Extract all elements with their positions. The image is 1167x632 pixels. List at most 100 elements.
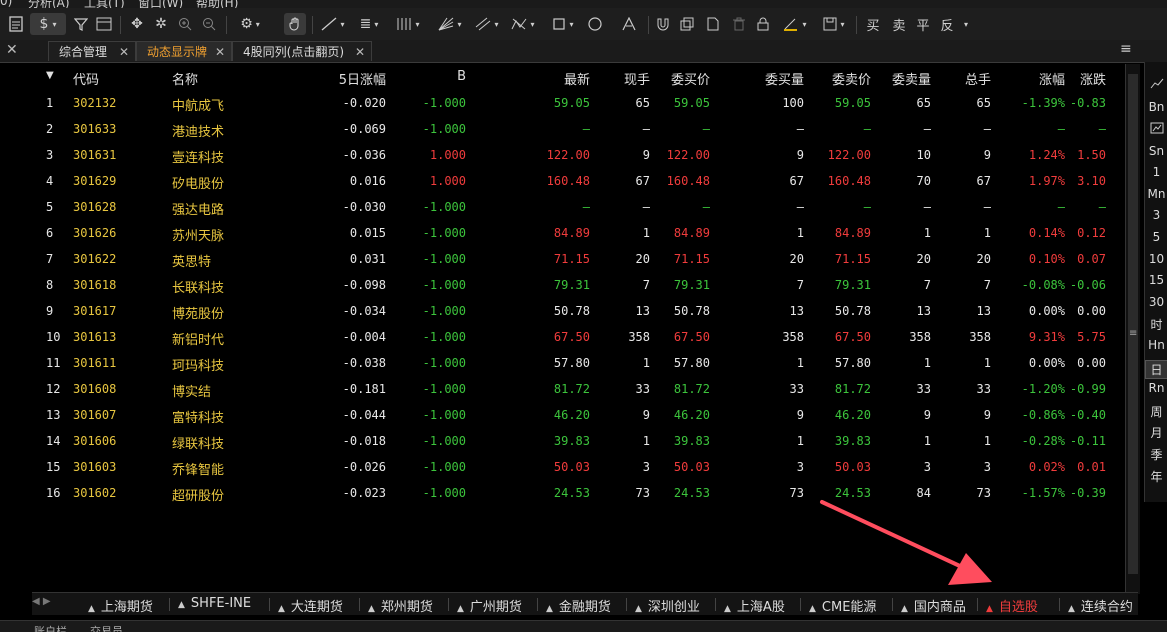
table-row[interactable]: 2 301633 港迪技术 -0.069 -1.000 — — — — — — — — — [36,116,1138,142]
table-row[interactable]: 13 301607 富特科技 -0.044 -1.000 46.20 9 46.20 9 46.2… [36,402,1138,428]
trash-icon[interactable] [730,13,748,35]
table-row[interactable]: 14 301606 绿联科技 -0.018 -1.000 39.83 1 39.83 1 39.8… [36,428,1138,454]
period-item[interactable]: Sn [1145,144,1167,158]
col-bid-volume[interactable]: 委买量 [765,69,804,88]
copy-icon[interactable] [678,13,696,35]
market-tab[interactable]: ▲ 广州期货 [457,596,522,615]
zoom-out-icon[interactable] [200,13,218,35]
period-item[interactable]: 年 [1145,468,1167,485]
table-row[interactable]: 1 302132 中航成飞 -0.020 -1.000 59.05 65 59.05 100 59… [36,90,1138,116]
table-row[interactable]: 15 301603 乔锋智能 -0.026 -1.000 50.03 3 50.03 3 50.0… [36,454,1138,480]
table-row[interactable]: 6 301626 苏州天脉 0.015 -1.000 84.89 1 84.89 1 84.89 1… [36,220,1138,246]
period-item[interactable]: Mn [1145,187,1167,201]
menu-tools[interactable]: 工具(T) [84,0,125,8]
period-item[interactable]: 月 [1145,424,1167,441]
fan-tool-icon[interactable]: ▾ [434,13,466,35]
rectangle-tool-icon[interactable]: ▾ [548,13,578,35]
table-row[interactable]: 4 301629 矽电股份 0.016 1.000 160.48 67 160.48 67 160… [36,168,1138,194]
buy-button[interactable]: 买 [864,13,882,35]
period-item[interactable]: 15 [1145,273,1167,287]
filter-icon[interactable] [72,13,90,35]
sort-triangle-icon[interactable]: ▼ [46,70,54,81]
channel-tool-icon[interactable]: ▾ [472,13,502,35]
dollar-icon[interactable]: $ ▾ [30,13,66,35]
gear-icon[interactable]: ⚙ ▾ [234,13,266,35]
line-tool-icon[interactable]: ▾ [318,13,348,35]
hand-icon[interactable] [284,13,306,35]
market-tab[interactable]: ▲ 金融期货 [546,596,611,615]
document-icon[interactable] [6,13,26,35]
table-row[interactable]: 8 301618 长联科技 -0.098 -1.000 79.31 7 79.31 7 79.31… [36,272,1138,298]
table-row[interactable]: 12 301608 博实结 -0.181 -1.000 81.72 33 81.72 33 81.… [36,376,1138,402]
text-tool-icon[interactable] [620,13,638,35]
tab-dynamic-board[interactable]: 动态显示牌 ✕ [136,41,232,61]
menu-help[interactable]: 帮助(H) [196,0,238,8]
magnet-icon[interactable] [654,13,672,35]
fib-tool-icon[interactable]: ≣ ▾ [354,13,384,35]
col-b[interactable]: B [457,69,466,84]
table-row[interactable]: 10 301613 新铝时代 -0.004 -1.000 67.50 358 67.50 358… [36,324,1138,350]
chart-settings-icon[interactable] [94,13,114,35]
market-tab[interactable]: ▲ 郑州期货 [368,596,433,615]
pen-color-icon[interactable]: ▾ [780,13,810,35]
period-item[interactable]: 30 [1145,295,1167,309]
market-tab[interactable]: ▲ 连续合约 [1068,596,1133,615]
col-bid-price[interactable]: 委买价 [671,69,710,88]
period-item[interactable]: 周 [1145,403,1167,420]
period-item[interactable]: 时 [1145,316,1167,333]
save-icon[interactable]: ▾ [818,13,850,35]
menu-analysis[interactable]: 分析(A) [28,0,70,8]
market-tab[interactable]: ▲ 自选股 [986,596,1038,615]
market-tab[interactable]: ▲ SHFE-INE [178,596,251,611]
period-item[interactable]: 3 [1145,208,1167,222]
table-row[interactable]: 3 301631 壹连科技 -0.036 1.000 122.00 9 122.00 9 122.… [36,142,1138,168]
close-position-button[interactable]: 平 [914,13,932,35]
close-panel-icon[interactable]: ✕ [6,42,18,58]
move-icon[interactable]: ✥ [128,13,146,35]
table-row[interactable]: 7 301622 英思特 0.031 -1.000 71.15 20 71.15 20 71.15… [36,246,1138,272]
crosshair-icon[interactable]: ✲ [152,13,170,35]
note-icon[interactable] [704,13,722,35]
market-tab[interactable]: ▲ 深圳创业 [635,596,700,615]
zoom-in-icon[interactable] [176,13,194,35]
market-tab[interactable]: ▲ 大连期货 [278,596,343,615]
vertical-scrollbar[interactable]: ≡ [1125,64,1140,594]
period-item[interactable]: 季 [1145,446,1167,463]
period-item[interactable]: Hn [1145,338,1167,352]
line-chart-icon[interactable] [1145,78,1167,93]
period-item[interactable]: 1 [1145,165,1167,179]
hamburger-menu-icon[interactable]: ≡ [1120,41,1132,57]
circle-tool-icon[interactable] [586,13,604,35]
market-tab[interactable]: ▲ CME能源 [809,596,876,615]
scroll-thumb[interactable] [1128,74,1138,574]
reverse-button[interactable]: 反 [938,13,956,35]
col-last[interactable]: 最新 [564,69,590,88]
col-name[interactable]: 名称 [172,69,198,88]
market-tab[interactable]: ▲ 国内商品 [901,596,966,615]
close-icon[interactable]: ✕ [355,42,365,62]
close-icon[interactable]: ✕ [119,42,129,62]
sell-button[interactable]: 卖 [890,13,908,35]
col-ask-volume[interactable]: 委卖量 [892,69,931,88]
col-ask-price[interactable]: 委卖价 [832,69,871,88]
col-current-volume[interactable]: 现手 [624,69,650,88]
menu-window[interactable]: 窗口(W) [138,0,183,8]
close-icon[interactable]: ✕ [215,42,225,62]
wave-tool-icon[interactable]: ▾ [508,13,538,35]
lock-icon[interactable] [754,13,772,35]
table-row[interactable]: 9 301617 博苑股份 -0.034 -1.000 50.78 13 50.78 13 50.… [36,298,1138,324]
col-5day-change[interactable]: 5日涨幅 [339,69,386,88]
table-row[interactable]: 5 301628 强达电路 -0.030 -1.000 — — — — — — — — — [36,194,1138,220]
table-row[interactable]: 16 301602 超研股份 -0.023 -1.000 24.53 73 24.53 73 24… [36,480,1138,506]
col-total-volume[interactable]: 总手 [965,69,991,88]
col-change[interactable]: 涨跌 [1080,69,1106,88]
col-change-pct[interactable]: 涨幅 [1039,69,1065,88]
tab-four-stocks[interactable]: 4股同列(点击翻页) ✕ [232,41,372,61]
market-tab[interactable]: ▲ 上海A股 [724,596,785,615]
candlestick-icon[interactable] [1145,122,1167,137]
period-item[interactable]: 5 [1145,230,1167,244]
chevron-down-icon[interactable]: ▾ [960,13,972,35]
tab-scroll-arrows[interactable]: ◀ ▶ [32,596,51,607]
gann-tool-icon[interactable]: ▾ [392,13,424,35]
table-row[interactable]: 11 301611 珂玛科技 -0.038 -1.000 57.80 1 57.80 1 57.8… [36,350,1138,376]
